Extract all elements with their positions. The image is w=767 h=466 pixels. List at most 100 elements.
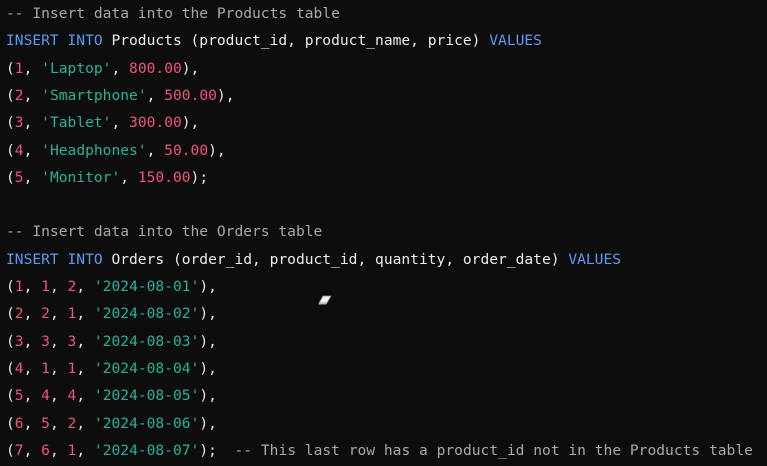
code-token-number: 800.00: [129, 59, 182, 77]
code-token-string: '2024-08-07': [93, 441, 200, 459]
code-token-punct: ,: [23, 141, 42, 159]
code-line: (5, 'Monitor', 150.00);: [6, 164, 208, 191]
code-token-number: 4: [14, 141, 24, 159]
code-token-punct: ),: [216, 86, 235, 104]
code-token-punct: ,: [49, 387, 68, 405]
code-token-punct: ),: [199, 305, 217, 323]
code-token-punct: ),: [199, 332, 217, 350]
code-token-punct: (: [6, 278, 15, 295]
code-line: (2, 2, 1, '2024-08-02'),: [6, 300, 217, 327]
code-token-punct: (: [6, 441, 15, 459]
code-token-punct: ,: [49, 278, 68, 295]
code-token-punct: ,: [76, 387, 94, 405]
code-token-number: 5: [14, 387, 24, 405]
code-token-string: '2024-08-06': [93, 414, 200, 432]
code-token-punct: ,: [76, 305, 94, 323]
code-token-number: 3: [14, 114, 24, 132]
code-token-punct: (: [6, 86, 15, 104]
code-token-string: 'Laptop': [41, 59, 112, 77]
code-token-number: 2: [41, 305, 50, 323]
code-token-number: 2: [14, 86, 24, 104]
code-token-punct: ,: [76, 278, 94, 295]
code-token-punct: (: [6, 332, 15, 350]
code-token-punct: ,: [49, 359, 68, 377]
code-token-string: '2024-08-01': [93, 278, 200, 295]
code-token-punct: ),: [199, 278, 217, 295]
code-token-punct: ,: [146, 141, 165, 159]
code-token-punct: ,: [49, 441, 68, 459]
code-token-punct: ,: [111, 59, 130, 77]
code-line: (2, 'Smartphone', 500.00),: [6, 82, 234, 109]
code-token-punct: (: [6, 168, 15, 186]
code-token-number: 6: [14, 414, 24, 432]
code-token-comment: -- Insert data into the Products table: [6, 5, 340, 22]
code-token-punct: (: [6, 59, 15, 77]
code-token-punct: (: [6, 414, 15, 432]
code-token-punct: ),: [199, 414, 217, 432]
code-token-punct: ),: [199, 387, 217, 405]
code-token-number: 2: [14, 305, 24, 323]
code-token-punct: ,: [23, 387, 42, 405]
code-token-punct: ,: [76, 441, 94, 459]
code-token-string: '2024-08-05': [93, 387, 200, 405]
code-line: -- Insert data into the Products table: [6, 0, 340, 27]
code-token-number: 5: [41, 414, 50, 432]
code-line: (5, 4, 4, '2024-08-05'),: [6, 382, 217, 409]
code-token-punct: ,: [76, 359, 94, 377]
code-token-string: 'Monitor': [41, 168, 121, 186]
code-line: -- Insert data into the Orders table: [6, 218, 322, 245]
code-token-ident: Products (product_id, product_name, pric…: [102, 32, 490, 50]
code-line: (4, 1, 1, '2024-08-04'),: [6, 355, 217, 382]
code-token-punct: );: [199, 441, 235, 459]
code-token-punct: ,: [76, 332, 94, 350]
code-token-punct: ),: [181, 59, 200, 77]
code-token-ident: Orders (order_id, product_id, quantity, …: [102, 250, 569, 268]
code-token-punct: ,: [23, 168, 42, 186]
code-token-punct: ),: [208, 141, 226, 159]
code-token-punct: ),: [199, 359, 217, 377]
code-token-punct: ,: [23, 114, 42, 132]
code-token-punct: ,: [146, 86, 165, 104]
code-token-number: 50.00: [164, 141, 209, 159]
code-editor[interactable]: -- Insert data into the Products table IN…: [0, 0, 767, 466]
code-line: INSERT INTO Orders (order_id, product_id…: [6, 246, 621, 273]
code-token-number: 1: [41, 278, 50, 295]
code-token-number: 1: [14, 59, 24, 77]
code-token-punct: ,: [76, 414, 94, 432]
eraser-cursor-icon: [318, 292, 332, 305]
code-line: (7, 6, 1, '2024-08-07'); -- This last ro…: [6, 437, 753, 464]
code-token-punct: (: [6, 114, 15, 132]
code-token-keyword: INSERT INTO: [6, 250, 103, 268]
code-token-comment: -- Insert data into the Orders table: [6, 223, 323, 241]
code-token-punct: );: [190, 168, 209, 186]
code-token-punct: (: [6, 305, 15, 323]
code-token-punct: ,: [23, 359, 42, 377]
code-token-number: 1: [14, 278, 24, 295]
code-token-number: 3: [41, 332, 50, 350]
code-token-string: '2024-08-03': [93, 332, 200, 350]
code-token-number: 7: [14, 441, 24, 459]
code-token-string: '2024-08-02': [93, 305, 200, 323]
code-token-punct: ,: [23, 305, 42, 323]
code-token-punct: ,: [23, 86, 42, 104]
code-token-punct: (: [6, 141, 15, 159]
code-token-keyword: INSERT INTO: [6, 32, 103, 50]
code-token-number: 6: [41, 441, 50, 459]
code-token-number: 4: [41, 387, 50, 405]
code-token-punct: (: [6, 387, 15, 405]
code-line: (4, 'Headphones', 50.00),: [6, 137, 226, 164]
code-token-punct: ,: [23, 59, 42, 77]
code-line: INSERT INTO Products (product_id, produc…: [6, 27, 542, 54]
code-line: (1, 'Laptop', 800.00),: [6, 55, 199, 82]
code-token-punct: ,: [23, 332, 42, 350]
code-token-punct: ,: [23, 414, 42, 432]
code-token-punct: ),: [181, 114, 200, 132]
code-token-number: 3: [14, 332, 24, 350]
code-token-number: 500.00: [164, 86, 217, 104]
code-token-punct: ,: [120, 168, 138, 186]
code-line: (1, 1, 2, '2024-08-01'),: [6, 273, 217, 300]
code-token-punct: ,: [49, 332, 68, 350]
code-token-keyword: VALUES: [568, 250, 622, 268]
code-line: (3, 'Tablet', 300.00),: [6, 109, 199, 136]
code-token-comment: -- This last row has a product_id not in…: [234, 441, 753, 459]
